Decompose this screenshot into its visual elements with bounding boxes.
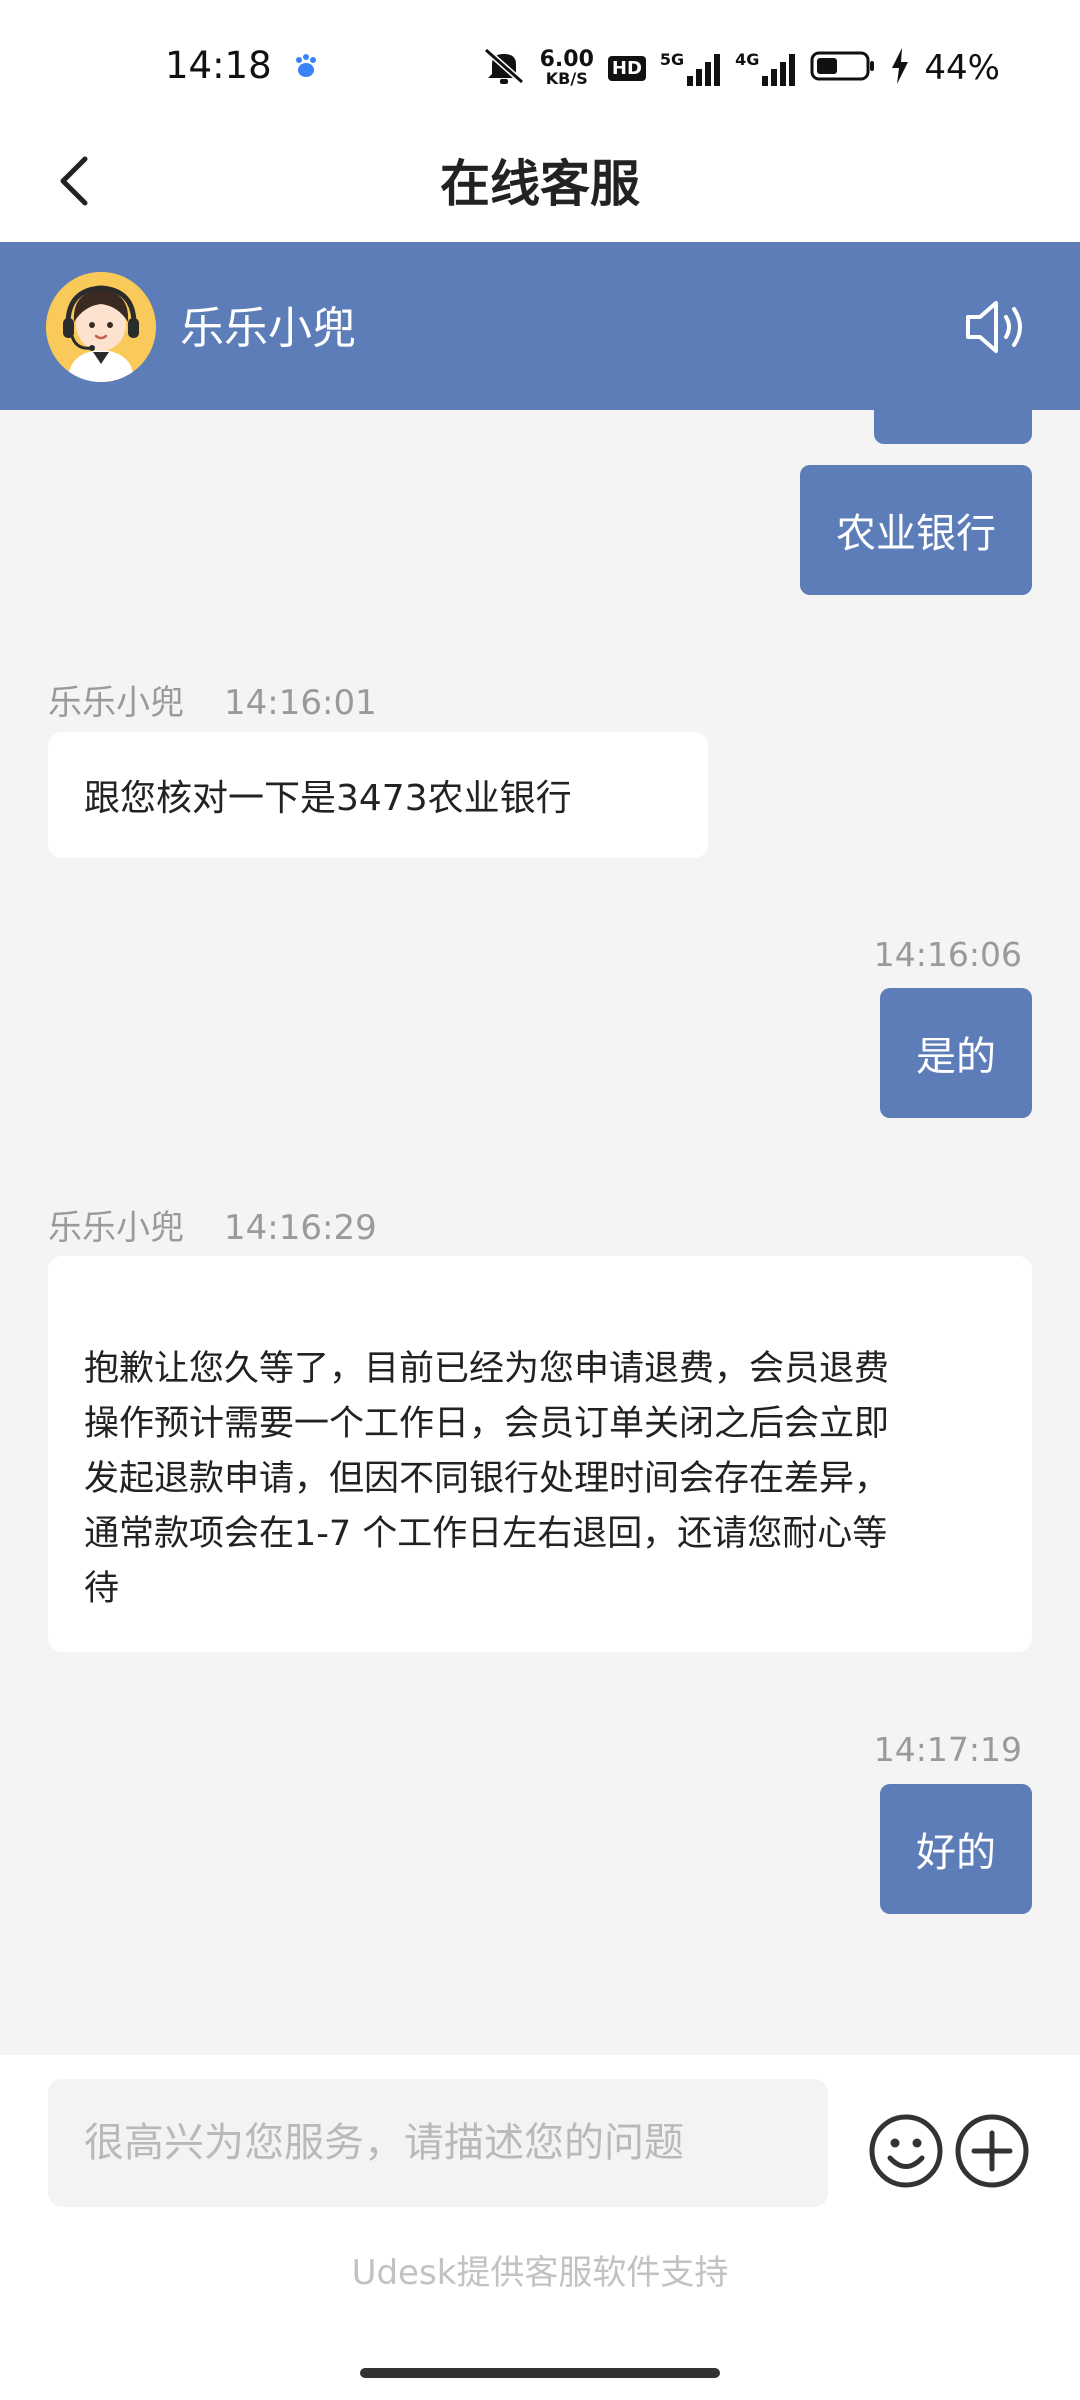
- message-bubble-outgoing: 是的: [880, 988, 1032, 1118]
- charging-icon: [890, 48, 910, 88]
- baidu-icon: [292, 52, 320, 80]
- mute-icon: [482, 46, 526, 90]
- net-speed-value: 6.00: [539, 47, 594, 72]
- speaker-button[interactable]: [960, 290, 1034, 364]
- plus-icon: [954, 2114, 1030, 2193]
- message-meta: 乐乐小兜 14:16:01: [48, 675, 377, 724]
- message-bubble-partial: [874, 410, 1032, 444]
- plus-button[interactable]: [954, 2113, 1030, 2189]
- net-speed: 6.00 KB/S: [540, 49, 594, 87]
- powered-by-text: Udesk提供客服软件支持: [351, 2253, 729, 2293]
- net-4g-label: 4G: [735, 50, 760, 69]
- hd-badge: HD: [607, 55, 646, 81]
- message-time: 14:16:06: [873, 935, 1022, 974]
- home-indicator[interactable]: [360, 2368, 720, 2378]
- message-line: 发起退款申请，但因不同银行处理时间会存在差异，: [84, 1459, 890, 1499]
- message-line: 待: [84, 1569, 120, 1609]
- agent-bar: 乐乐小兜: [0, 242, 1080, 410]
- message-meta: 乐乐小兜 14:16:29: [48, 1200, 377, 1249]
- agent-avatar: [46, 272, 156, 382]
- battery-icon: [810, 50, 876, 86]
- message-time: 14:16:29: [224, 1208, 377, 1248]
- input-area: Udesk提供客服软件支持: [0, 2055, 1080, 2400]
- message-time: 14:16:01: [224, 683, 377, 723]
- signal-5g-icon: 5G: [660, 50, 721, 86]
- battery-percent: 44%: [924, 48, 1000, 88]
- net-speed-unit: KB/S: [545, 69, 588, 88]
- status-icons: 6.00 KB/S HD 5G 4G 44%: [482, 40, 1000, 96]
- message-time: 14:17:19: [873, 1730, 1022, 1769]
- message-line: 抱歉让您久等了，目前已经为您申请退费，会员退费: [84, 1349, 890, 1389]
- message-text: 跟您核对一下是3473农业银行: [84, 778, 572, 819]
- message-line: 操作预计需要一个工作日，会员订单关闭之后会立即: [84, 1404, 890, 1444]
- agent-name: 乐乐小兜: [180, 303, 356, 354]
- net-5g-label: 5G: [659, 50, 685, 69]
- message-input[interactable]: [48, 2079, 828, 2207]
- message-text: 农业银行: [836, 511, 996, 557]
- message-bubble-incoming: 跟您核对一下是3473农业银行: [48, 732, 708, 858]
- message-bubble-outgoing: 好的: [880, 1784, 1032, 1914]
- message-bubble-outgoing: 农业银行: [800, 465, 1032, 595]
- message-line: 通常款项会在1-7 个工作日左右退回，还请您耐心等: [84, 1514, 888, 1554]
- status-bar: 14:18 6.00 KB/S HD 5G 4G 44%: [0, 0, 1080, 120]
- emoji-button[interactable]: [868, 2113, 944, 2189]
- page-title: 在线客服: [440, 155, 640, 213]
- message-text: 是的: [916, 1034, 996, 1080]
- sender-name: 乐乐小兜: [48, 1208, 184, 1248]
- status-time: 14:18: [165, 44, 272, 87]
- signal-4g-icon: 4G: [735, 50, 796, 86]
- emoji-icon: [868, 2114, 944, 2193]
- title-bar: 在线客服: [0, 120, 1080, 242]
- message-bubble-incoming: 抱歉让您久等了，目前已经为您申请退费，会员退费 操作预计需要一个工作日，会员订单…: [48, 1256, 1032, 1652]
- sender-name: 乐乐小兜: [48, 683, 184, 723]
- chat-area[interactable]: 农业银行 乐乐小兜 14:16:01 跟您核对一下是3473农业银行 14:16:…: [0, 410, 1080, 2055]
- message-text: 好的: [916, 1830, 996, 1876]
- speaker-icon: [960, 301, 1034, 368]
